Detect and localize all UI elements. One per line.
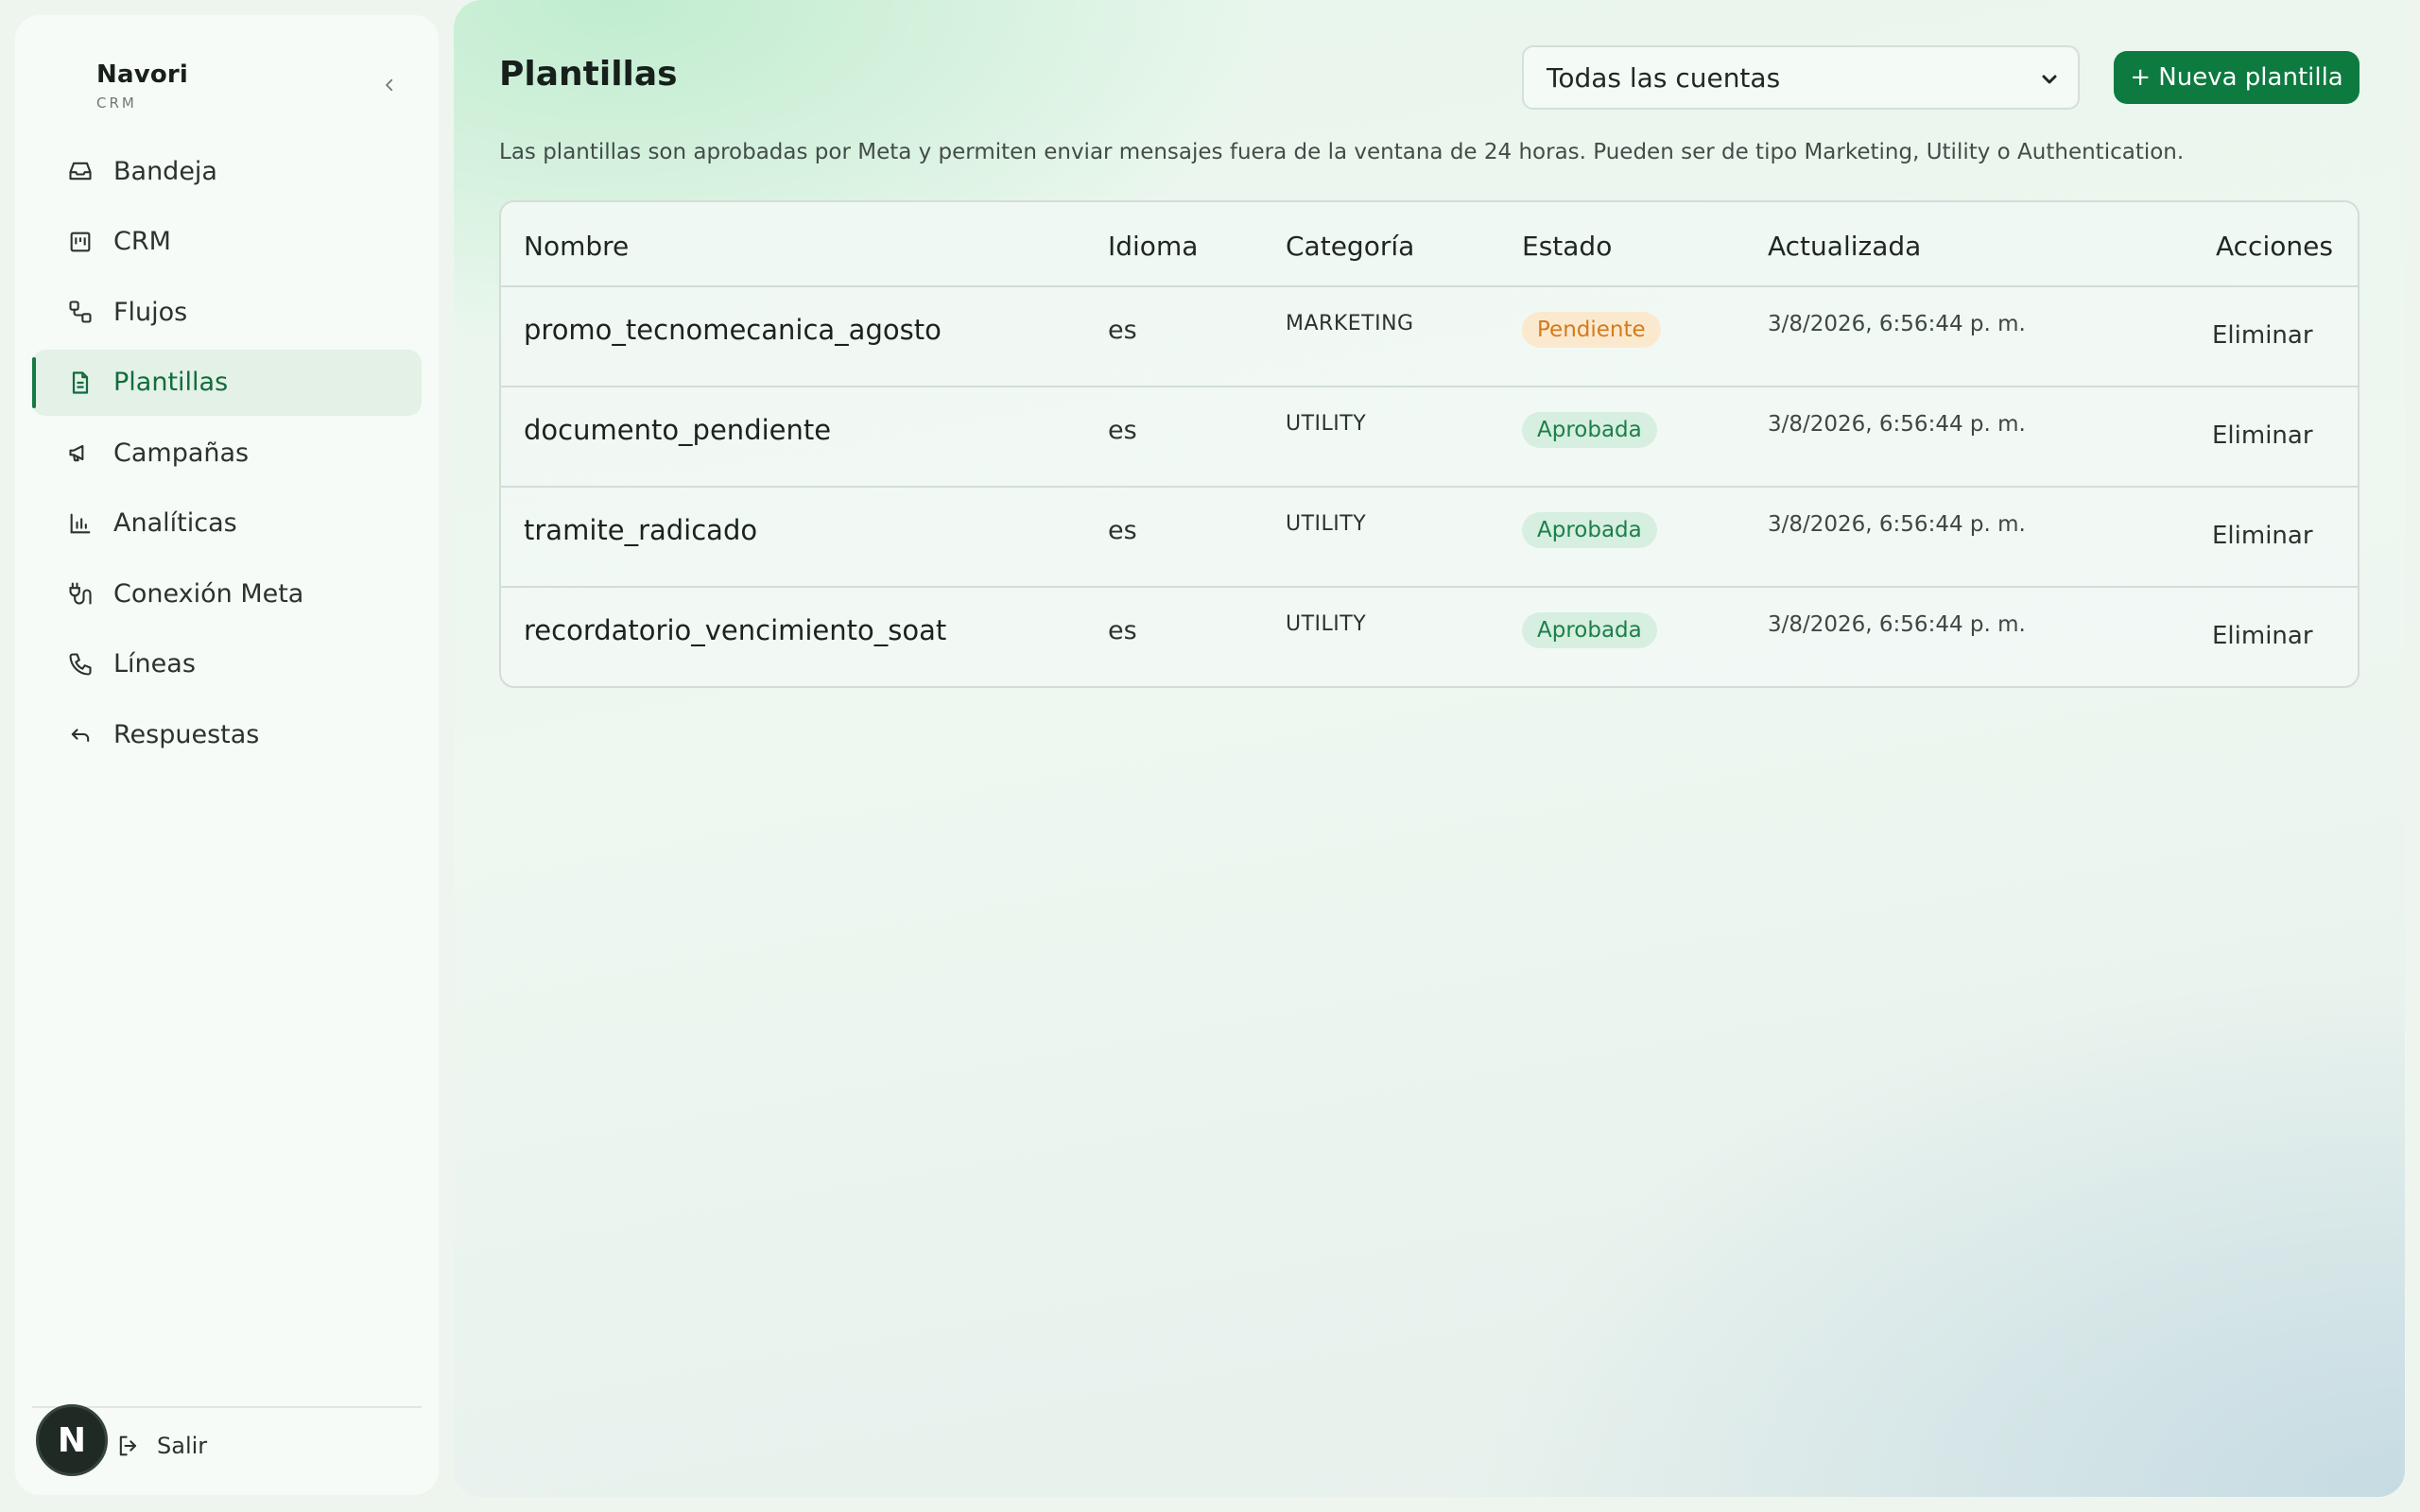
bar-chart-icon	[66, 509, 95, 538]
table-row: recordatorio_vencimiento_soat es UTILITY…	[501, 588, 2358, 686]
table-row: promo_tecnomecanica_agosto es MARKETING …	[501, 287, 2358, 387]
column-header-acciones: Acciones	[2216, 231, 2333, 262]
template-language: es	[1108, 516, 1137, 545]
sidebar-item-label: Campañas	[113, 438, 250, 468]
app-window: Navori CRM Bandeja CRM Flujos Plantillas…	[0, 0, 2420, 1512]
account-select-value: Todas las cuentas	[1547, 61, 1781, 94]
status-cell: Pendiente	[1522, 312, 1661, 348]
sidebar-item-label: CRM	[113, 227, 171, 256]
brand: Navori CRM	[96, 60, 188, 112]
templates-table: Nombre Idioma Categoría Estado Actualiza…	[499, 200, 2360, 688]
column-header-estado: Estado	[1522, 231, 1613, 262]
column-header-actualizada: Actualizada	[1768, 231, 1922, 262]
sidebar-item-label: Flujos	[113, 297, 188, 327]
sidebar-item-label: Plantillas	[113, 368, 229, 397]
template-language: es	[1108, 616, 1137, 645]
status-badge: Aprobada	[1522, 412, 1657, 448]
sidebar-item-flujos[interactable]: Flujos	[32, 279, 422, 345]
delete-button[interactable]: Eliminar	[2212, 622, 2313, 650]
collapse-sidebar-button[interactable]	[372, 68, 406, 102]
template-updated: 3/8/2026, 6:56:44 p. m.	[1768, 612, 2026, 637]
template-category: MARKETING	[1286, 312, 1414, 335]
column-header-idioma: Idioma	[1108, 231, 1199, 262]
sidebar-item-respuestas[interactable]: Respuestas	[32, 701, 422, 767]
template-name: tramite_radicado	[524, 514, 758, 546]
phone-icon	[66, 650, 95, 679]
logout-label: Salir	[157, 1433, 208, 1459]
template-language: es	[1108, 316, 1137, 345]
template-name: documento_pendiente	[524, 414, 832, 446]
reply-icon	[66, 720, 95, 748]
template-name: recordatorio_vencimiento_soat	[524, 614, 947, 646]
sidebar-divider	[32, 1406, 422, 1408]
status-badge: Aprobada	[1522, 612, 1657, 648]
table-row: tramite_radicado es UTILITY Aprobada 3/8…	[501, 488, 2358, 588]
sidebar-item-label: Líneas	[113, 649, 196, 679]
plug-icon	[66, 579, 95, 608]
status-badge: Pendiente	[1522, 312, 1661, 348]
template-category: UTILITY	[1286, 612, 1367, 636]
sidebar-item-crm[interactable]: CRM	[32, 209, 422, 275]
sidebar-item-plantillas[interactable]: Plantillas	[32, 349, 422, 416]
sidebar-item-bandeja[interactable]: Bandeja	[32, 138, 422, 204]
brand-subtitle: CRM	[96, 94, 137, 112]
inbox-icon	[66, 157, 95, 185]
logout-button[interactable]: Salir	[115, 1433, 207, 1459]
template-category: UTILITY	[1286, 412, 1367, 436]
megaphone-icon	[66, 438, 95, 467]
sidebar-item-campanas[interactable]: Campañas	[32, 420, 422, 486]
account-select[interactable]: Todas las cuentas	[1522, 45, 2080, 110]
template-name: promo_tecnomecanica_agosto	[524, 314, 942, 346]
avatar[interactable]: N	[36, 1404, 108, 1476]
page-description: Las plantillas son aprobadas por Meta y …	[499, 140, 2185, 164]
sidebar-item-label: Bandeja	[113, 156, 217, 186]
sidebar: Navori CRM Bandeja CRM Flujos Plantillas…	[15, 15, 439, 1495]
template-category: UTILITY	[1286, 512, 1367, 536]
delete-button[interactable]: Eliminar	[2212, 421, 2313, 450]
status-cell: Aprobada	[1522, 612, 1657, 648]
template-updated: 3/8/2026, 6:56:44 p. m.	[1768, 412, 2026, 437]
column-header-categoria: Categoría	[1286, 231, 1415, 262]
workflow-icon	[66, 298, 95, 326]
status-cell: Aprobada	[1522, 512, 1657, 548]
sidebar-item-label: Analíticas	[113, 508, 237, 538]
delete-button[interactable]: Eliminar	[2212, 321, 2313, 350]
logout-icon	[119, 1435, 137, 1456]
sidebar-item-label: Conexión Meta	[113, 578, 304, 609]
status-badge: Aprobada	[1522, 512, 1657, 548]
chevron-left-icon	[386, 78, 393, 92]
table-row: documento_pendiente es UTILITY Aprobada …	[501, 387, 2358, 488]
sidebar-nav: Bandeja CRM Flujos Plantillas Campañas A…	[32, 138, 422, 772]
sidebar-item-conexion-meta[interactable]: Conexión Meta	[32, 560, 422, 627]
template-updated: 3/8/2026, 6:56:44 p. m.	[1768, 512, 2026, 537]
column-header-nombre: Nombre	[524, 231, 630, 262]
page-title: Plantillas	[499, 55, 678, 94]
file-text-icon	[66, 369, 95, 397]
brand-name: Navori	[96, 60, 189, 89]
template-updated: 3/8/2026, 6:56:44 p. m.	[1768, 312, 2026, 336]
delete-button[interactable]: Eliminar	[2212, 522, 2313, 550]
template-language: es	[1108, 416, 1137, 445]
status-cell: Aprobada	[1522, 412, 1657, 448]
kanban-icon	[66, 228, 95, 256]
chevron-down-icon	[2042, 75, 2057, 84]
table-header: Nombre Idioma Categoría Estado Actualiza…	[501, 202, 2358, 287]
sidebar-item-analiticas[interactable]: Analíticas	[32, 490, 422, 557]
main-content: Plantillas Todas las cuentas + Nueva pla…	[454, 0, 2405, 1497]
sidebar-item-label: Respuestas	[113, 719, 260, 749]
sidebar-item-lineas[interactable]: Líneas	[32, 631, 422, 697]
new-template-button[interactable]: + Nueva plantilla	[2114, 51, 2360, 104]
